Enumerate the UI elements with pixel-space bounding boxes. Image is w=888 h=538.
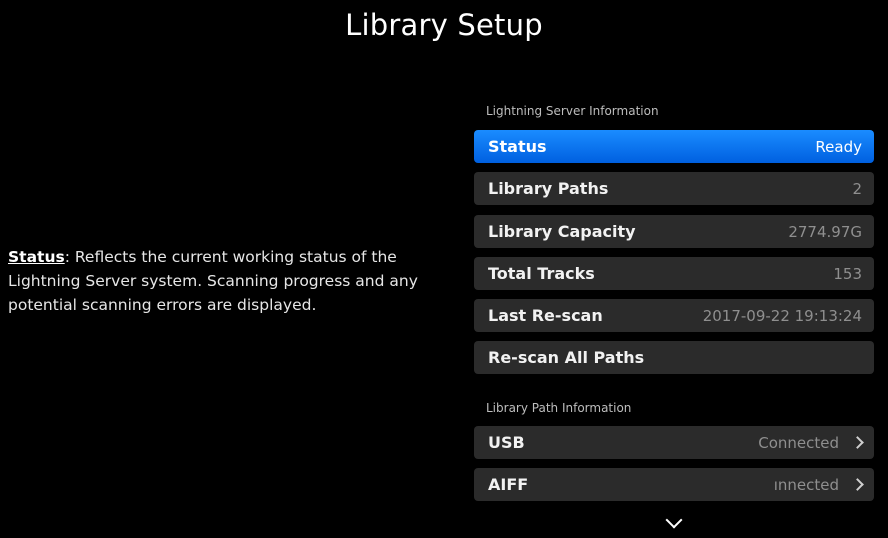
library-paths-label: Library Paths bbox=[488, 179, 609, 198]
status-value: Ready bbox=[815, 137, 862, 156]
server-info-section-label: Lightning Server Information bbox=[486, 104, 659, 118]
library-capacity-label: Library Capacity bbox=[488, 222, 636, 241]
path-row-aiff[interactable]: AIFF ınnected bbox=[474, 468, 874, 501]
total-tracks-row[interactable]: Total Tracks 153 bbox=[474, 257, 874, 290]
path-aiff-label: AIFF bbox=[488, 475, 529, 494]
last-rescan-row[interactable]: Last Re-scan 2017-09-22 19:13:24 bbox=[474, 299, 874, 332]
library-capacity-row[interactable]: Library Capacity 2774.97G bbox=[474, 215, 874, 248]
path-aiff-status-text: ınnected bbox=[773, 475, 839, 494]
total-tracks-value: 153 bbox=[833, 264, 862, 283]
help-description: Status: Reflects the current working sta… bbox=[8, 245, 438, 317]
last-rescan-label: Last Re-scan bbox=[488, 306, 603, 325]
path-usb-status: Connected bbox=[758, 433, 864, 452]
path-aiff-status: ınnected bbox=[773, 475, 864, 494]
path-usb-label: USB bbox=[488, 433, 525, 452]
help-term: Status bbox=[8, 248, 65, 266]
path-row-usb[interactable]: USB Connected bbox=[474, 426, 874, 459]
chevron-down-icon[interactable] bbox=[665, 511, 683, 529]
library-paths-value: 2 bbox=[852, 179, 862, 198]
chevron-right-icon bbox=[851, 436, 864, 449]
status-label: Status bbox=[488, 137, 547, 156]
chevron-right-icon bbox=[851, 478, 864, 491]
status-row[interactable]: Status Ready bbox=[474, 130, 874, 163]
library-capacity-value: 2774.97G bbox=[788, 222, 862, 241]
library-paths-row[interactable]: Library Paths 2 bbox=[474, 172, 874, 205]
rescan-all-paths-button[interactable]: Re-scan All Paths bbox=[474, 341, 874, 374]
help-text: : Reflects the current working status of… bbox=[8, 248, 418, 314]
path-info-section-label: Library Path Information bbox=[486, 401, 632, 415]
path-usb-status-text: Connected bbox=[758, 433, 839, 452]
rescan-all-paths-label: Re-scan All Paths bbox=[488, 348, 645, 367]
last-rescan-value: 2017-09-22 19:13:24 bbox=[702, 306, 862, 325]
total-tracks-label: Total Tracks bbox=[488, 264, 595, 283]
page-title: Library Setup bbox=[345, 8, 543, 42]
